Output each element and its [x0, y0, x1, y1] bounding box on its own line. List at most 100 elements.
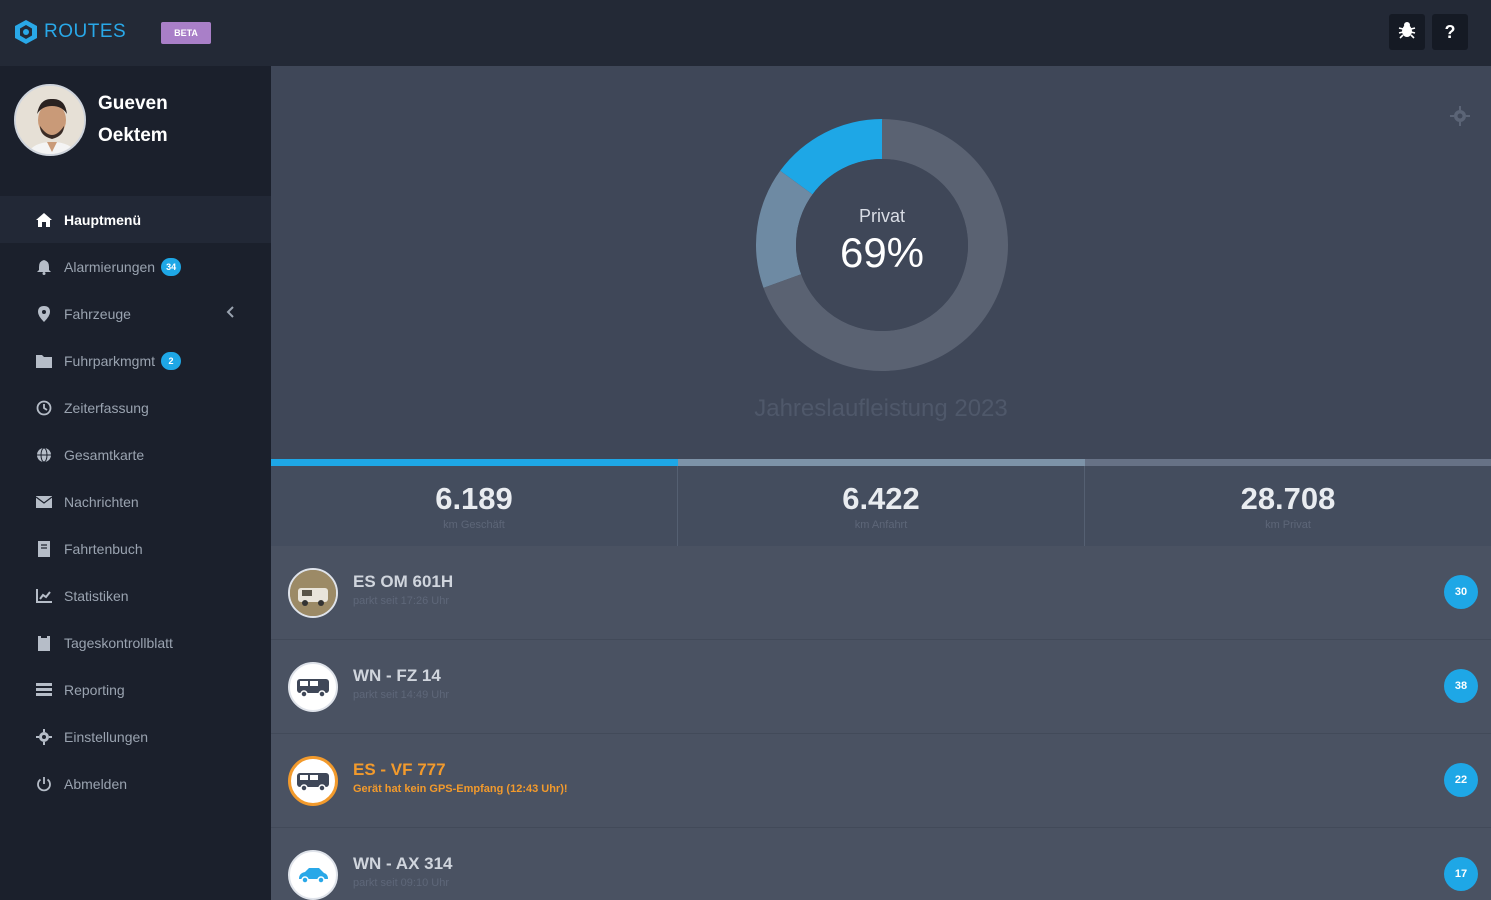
chart-settings-button[interactable] — [1449, 106, 1471, 132]
stat-label: km Geschäft — [443, 519, 505, 531]
book-icon — [35, 540, 53, 558]
list-item[interactable]: ES - VF 777 Gerät hat kein GPS-Empfang (… — [271, 734, 1491, 828]
list-item[interactable]: ES OM 601H parkt seit 17:26 Uhr 30 — [271, 546, 1491, 640]
sidebar-item-fuhrparkmgmt[interactable]: Fuhrparkmgmt 2 — [0, 337, 271, 384]
avatar — [14, 84, 86, 156]
beta-badge: BETA — [161, 22, 211, 44]
top-bar: ROUTES BETA ? — [0, 0, 1491, 66]
sidebar-item-label: Reporting — [64, 681, 125, 698]
sidebar-item-hauptmenue[interactable]: Hauptmenü — [0, 196, 271, 243]
sidebar-item-label: Alarmierungen — [64, 258, 156, 275]
sidebar-item-label: Fahrzeuge — [64, 305, 131, 322]
user-last-name: Oektem — [98, 125, 168, 146]
mileage-stats: 6.189 km Geschäft 6.422 km Anfahrt 28.70… — [271, 466, 1491, 546]
sidebar-item-label: Gesamtkarte — [64, 446, 145, 463]
vehicle-count-badge: 17 — [1444, 857, 1478, 891]
user-name: Gueven Oektem — [86, 88, 168, 152]
stat-value: 6.422 — [842, 481, 920, 516]
progress-segment — [271, 459, 678, 466]
mileage-donut-chart: Privat 69% — [756, 119, 1008, 371]
list-item[interactable]: WN - FZ 14 parkt seit 14:49 Uhr 38 — [271, 640, 1491, 734]
sidebar-item-tageskontrollblatt[interactable]: Tageskontrollblatt — [0, 619, 271, 666]
power-icon — [35, 775, 53, 793]
progress-segment — [678, 459, 1085, 466]
sidebar-item-einstellungen[interactable]: Einstellungen — [0, 713, 271, 760]
vehicle-status: parkt seit 17:26 Uhr — [353, 595, 449, 607]
home-icon — [35, 211, 53, 229]
stat-label: km Privat — [1265, 519, 1311, 531]
list-item[interactable]: WN - AX 314 parkt seit 09:10 Uhr 17 — [271, 828, 1491, 900]
stat-business[interactable]: 6.189 km Geschäft — [271, 466, 678, 546]
progress-segment — [1085, 459, 1491, 466]
message-icon — [35, 493, 53, 511]
vehicle-plate: ES - VF 777 — [353, 760, 446, 779]
sidebar-item-nachrichten[interactable]: Nachrichten — [0, 478, 271, 525]
vehicle-plate: WN - AX 314 — [353, 854, 453, 873]
sidebar-item-zeiterfassung[interactable]: Zeiterfassung — [0, 384, 271, 431]
gear-icon — [1450, 106, 1470, 132]
gear-icon — [35, 728, 53, 746]
bell-icon — [35, 258, 53, 276]
folder-icon — [35, 352, 53, 370]
chart-title: Jahreslaufleistung 2023 — [754, 395, 1008, 422]
sidebar-item-label: Tageskontrollblatt — [64, 634, 173, 651]
map-pin-icon — [35, 305, 53, 323]
vehicle-photo-icon — [288, 568, 338, 618]
donut-center-value: 69% — [839, 228, 925, 276]
sidebar: Gueven Oektem Hauptmenü Alarmierungen 34… — [0, 66, 271, 900]
user-first-name: Gueven — [98, 93, 168, 114]
vehicle-count-badge: 30 — [1444, 575, 1478, 609]
help-icon: ? — [1444, 21, 1456, 42]
sidebar-item-label: Einstellungen — [64, 728, 149, 745]
globe-icon — [35, 446, 53, 464]
stat-value: 6.189 — [435, 481, 513, 516]
sidebar-item-label: Hauptmenü — [64, 211, 141, 228]
clock-icon — [35, 399, 53, 417]
report-icon — [35, 681, 53, 699]
sidebar-item-reporting[interactable]: Reporting — [0, 666, 271, 713]
vehicle-status: Gerät hat kein GPS-Empfang (12:43 Uhr)! — [353, 783, 568, 795]
routes-logo-icon — [12, 18, 40, 46]
app-logo[interactable]: ROUTES — [12, 18, 126, 46]
main-content: Privat 69% Jahreslaufleistung 2023 6.189… — [271, 66, 1491, 900]
donut-center: Privat 69% — [756, 119, 1008, 371]
sidebar-item-label: Zeiterfassung — [64, 399, 149, 416]
sidebar-item-label: Abmelden — [64, 775, 128, 792]
stat-commute[interactable]: 6.422 km Anfahrt — [678, 466, 1085, 546]
sidebar-item-label: Fahrtenbuch — [64, 540, 143, 557]
donut-center-label: Privat — [858, 205, 905, 226]
vehicle-status: parkt seit 09:10 Uhr — [353, 877, 449, 889]
chart-icon — [35, 587, 53, 605]
chevron-left-icon[interactable] — [225, 305, 235, 322]
sidebar-item-label: Fuhrparkmgmt — [64, 352, 156, 369]
user-profile[interactable]: Gueven Oektem — [14, 84, 168, 156]
vehicle-list: ES OM 601H parkt seit 17:26 Uhr 30 WN - … — [271, 546, 1491, 900]
help-button[interactable]: ? — [1432, 14, 1468, 50]
sidebar-item-label: Nachrichten — [64, 493, 139, 510]
stat-private[interactable]: 28.708 km Privat — [1085, 466, 1491, 546]
van-icon — [288, 662, 338, 712]
alarm-count-badge: 34 — [161, 257, 182, 276]
vehicle-plate: ES OM 601H — [353, 572, 454, 591]
bug-report-button[interactable] — [1389, 14, 1425, 50]
vehicle-status: parkt seit 14:49 Uhr — [353, 689, 449, 701]
clipboard-icon — [35, 634, 53, 652]
sidebar-item-statistiken[interactable]: Statistiken — [0, 572, 271, 619]
sidebar-item-gesamtkarte[interactable]: Gesamtkarte — [0, 431, 271, 478]
mileage-progress-bar — [271, 459, 1491, 466]
sidebar-item-abmelden[interactable]: Abmelden — [0, 760, 271, 807]
vehicle-count-badge: 38 — [1444, 669, 1478, 703]
van-icon — [288, 756, 338, 806]
fleet-count-badge: 2 — [161, 351, 182, 370]
vehicle-plate: WN - FZ 14 — [353, 666, 441, 685]
sidebar-item-fahrtenbuch[interactable]: Fahrtenbuch — [0, 525, 271, 572]
bug-icon — [1397, 20, 1417, 45]
stat-label: km Anfahrt — [854, 519, 908, 531]
vehicle-count-badge: 22 — [1444, 763, 1478, 797]
sidebar-item-alarmierungen[interactable]: Alarmierungen 34 — [0, 243, 271, 290]
sidebar-item-label: Statistiken — [64, 587, 129, 604]
car-icon — [288, 850, 338, 900]
sidebar-nav: Hauptmenü Alarmierungen 34 Fahrzeuge Fuh… — [0, 196, 271, 807]
stat-value: 28.708 — [1240, 481, 1336, 516]
sidebar-item-fahrzeuge[interactable]: Fahrzeuge — [0, 290, 271, 337]
